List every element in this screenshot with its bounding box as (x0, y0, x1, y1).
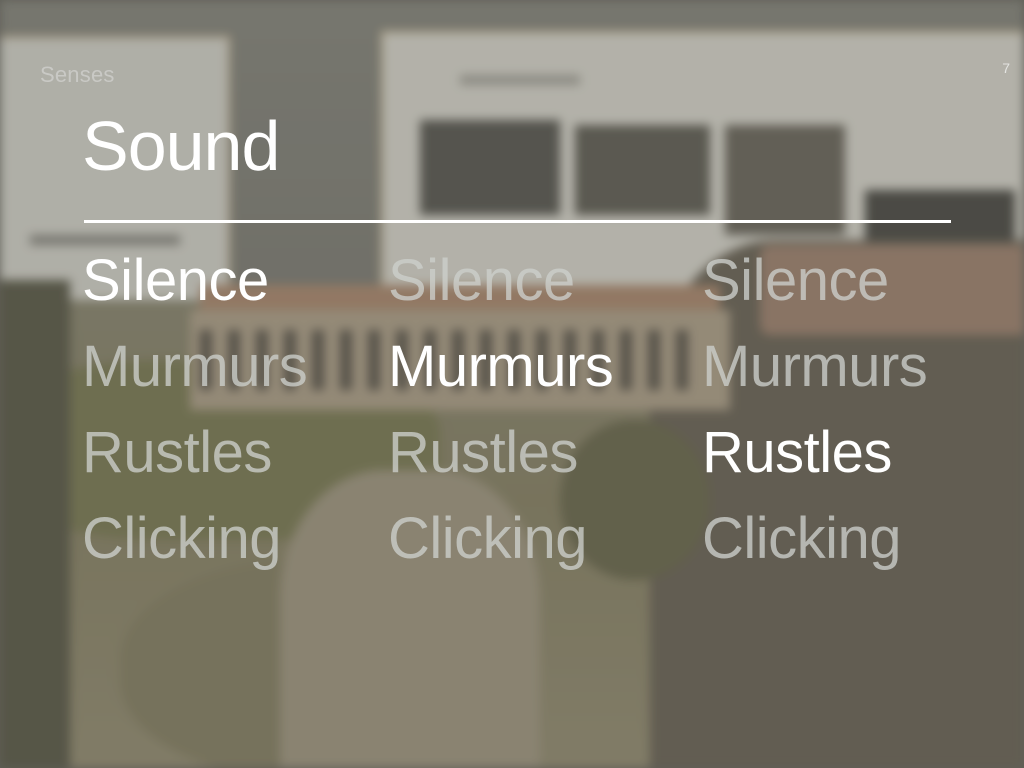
word-rustles-2: Rustles (388, 420, 578, 485)
word-silence-1: Silence (82, 248, 269, 313)
word-clicking-3: Clicking (702, 506, 902, 571)
section-label: Senses (40, 62, 115, 87)
word-rustles-1: Rustles (82, 420, 272, 485)
word-murmurs-2: Murmurs (388, 334, 614, 399)
title-divider (84, 220, 951, 223)
word-murmurs-3: Murmurs (702, 334, 928, 399)
word-murmurs-1: Murmurs (82, 334, 308, 399)
word-silence-3: Silence (702, 248, 889, 313)
sound-word-grid: Silence Silence Silence Murmurs Murmurs … (82, 238, 1022, 582)
word-clicking-1: Clicking (82, 506, 282, 571)
slide-title: Sound (82, 107, 280, 185)
page-number: 7 (1002, 60, 1010, 76)
word-rustles-3: Rustles (702, 420, 892, 485)
word-clicking-2: Clicking (388, 506, 588, 571)
word-silence-2: Silence (388, 248, 575, 313)
